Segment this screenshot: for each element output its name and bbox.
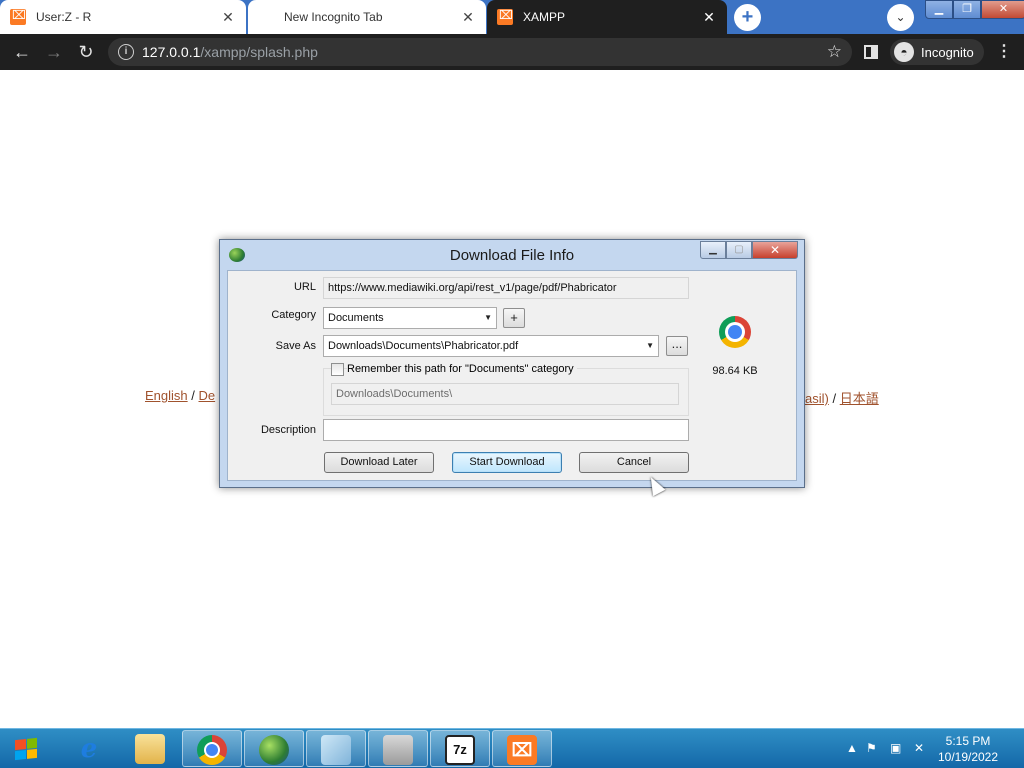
show-hidden-icons-icon[interactable]: ▲ — [846, 741, 858, 755]
save-as-label: Save As — [275, 340, 316, 352]
7zip-icon: 7z — [445, 735, 475, 765]
taskbar-internet-explorer[interactable]: e — [60, 730, 120, 767]
dropdown-arrow-icon: ▼ — [646, 341, 654, 350]
address-bar[interactable]: i 127.0.0.1/xampp/splash.php ☆ — [108, 38, 852, 66]
tab-label: User:Z - R — [36, 10, 92, 24]
tab-close-icon[interactable]: ✕ — [220, 9, 236, 25]
taskbar-chrome[interactable] — [182, 730, 242, 767]
tab-search-button[interactable]: ⌄ — [887, 4, 914, 31]
language-link-portugues-brasil[interactable]: asil) — [805, 391, 829, 406]
tab-close-icon[interactable]: ✕ — [701, 9, 717, 25]
dialog-body: URL https://www.mediawiki.org/api/rest_v… — [227, 270, 797, 481]
tab-new-incognito[interactable]: New Incognito Tab ✕ — [248, 0, 486, 34]
remember-path-label: Remember this path for "Documents" categ… — [347, 363, 577, 375]
language-separator: / — [191, 388, 195, 403]
chrome-file-type-icon — [719, 316, 751, 348]
description-label: Description — [260, 424, 316, 436]
save-as-select[interactable]: Downloads\Documents\Phabricator.pdf ▼ — [323, 335, 659, 357]
folder-icon — [135, 734, 165, 764]
xampp-favicon-icon — [497, 8, 513, 25]
browse-button[interactable]: ... — [666, 336, 688, 356]
taskbar-installer[interactable] — [368, 730, 428, 767]
browser-tab-strip: User:Z - R ✕ New Incognito Tab ✕ XAMPP ✕… — [0, 0, 1024, 34]
url-host: 127.0.0.1 — [142, 44, 201, 60]
url-label: URL — [293, 281, 316, 293]
incognito-profile-button[interactable]: ◓ Incognito — [890, 39, 984, 65]
close-window-button[interactable]: ✕ — [981, 0, 1024, 19]
window-controls: ▁ ❐ ✕ — [925, 0, 1024, 20]
internet-explorer-icon: e — [80, 734, 98, 764]
file-size: 98.64 KB — [712, 365, 758, 377]
category-label: Category — [271, 309, 316, 321]
notepad-icon — [321, 735, 351, 765]
side-panel-icon[interactable] — [864, 45, 878, 59]
download-later-button[interactable]: Download Later — [324, 452, 434, 473]
incognito-label: Incognito — [921, 44, 974, 60]
dialog-window-controls: ▁ ▢ ✕ — [700, 241, 798, 259]
more-menu-icon[interactable]: ⋮ — [996, 41, 1012, 63]
installer-icon — [383, 735, 413, 765]
minimize-button[interactable]: ▁ — [925, 0, 953, 19]
address-url[interactable]: 127.0.0.1/xampp/splash.php — [142, 44, 318, 60]
download-file-info-dialog: Download File Info ▁ ▢ ✕ URL https://www… — [219, 239, 805, 488]
remember-path-checkbox[interactable] — [331, 363, 344, 376]
language-link-english[interactable]: English — [145, 388, 188, 403]
network-icon[interactable]: ▣ — [890, 741, 901, 755]
start-download-button[interactable]: Start Download — [452, 452, 562, 473]
language-links-right: asil) / 日本語 — [805, 388, 879, 407]
taskbar-xampp[interactable]: ⌧ — [492, 730, 552, 767]
forward-icon[interactable]: → — [42, 40, 66, 64]
tab-close-icon[interactable]: ✕ — [460, 9, 476, 25]
language-link-japanese[interactable]: 日本語 — [840, 391, 879, 406]
windows-taskbar: e 7z ⌧ ▲ ⚑ ▣ ✕ 5:15 PM 10/19/2022 — [0, 728, 1024, 768]
dropdown-arrow-icon: ▼ — [484, 313, 492, 322]
url-field[interactable]: https://www.mediawiki.org/api/rest_v1/pa… — [323, 277, 689, 299]
reload-icon[interactable]: ↻ — [74, 40, 98, 64]
description-field[interactable] — [323, 419, 689, 441]
browser-toolbar: ← → ↻ i 127.0.0.1/xampp/splash.php ☆ ◓ I… — [0, 34, 1024, 70]
url-path: /xampp/splash.php — [200, 44, 318, 60]
xampp-favicon-icon — [10, 8, 26, 25]
dialog-minimize-button[interactable]: ▁ — [700, 241, 726, 259]
dialog-close-button[interactable]: ✕ — [752, 241, 798, 259]
tab-label: New Incognito Tab — [284, 10, 383, 24]
bookmark-star-icon[interactable]: ☆ — [827, 42, 842, 62]
chrome-icon — [197, 735, 227, 765]
taskbar-file-explorer[interactable] — [121, 730, 181, 767]
system-clock[interactable]: 5:15 PM 10/19/2022 — [928, 733, 1008, 765]
action-center-flag-icon[interactable]: ⚑ — [866, 741, 877, 755]
start-button[interactable] — [4, 731, 50, 767]
restore-button[interactable]: ❐ — [953, 0, 981, 19]
category-value: Documents — [328, 312, 384, 324]
tab-user-z[interactable]: User:Z - R ✕ — [0, 0, 246, 34]
language-links-left: English / De — [145, 388, 215, 403]
language-separator: / — [832, 391, 837, 406]
site-info-icon[interactable]: i — [118, 44, 134, 60]
cancel-button[interactable]: Cancel — [579, 452, 689, 473]
back-icon[interactable]: ← — [10, 40, 34, 64]
new-tab-button[interactable]: + — [734, 4, 761, 31]
tab-label: XAMPP — [523, 10, 566, 24]
volume-muted-icon[interactable]: ✕ — [914, 741, 924, 755]
windows-logo-icon — [15, 737, 37, 761]
category-select[interactable]: Documents ▼ — [323, 307, 497, 329]
incognito-icon: ◓ — [894, 42, 914, 62]
dialog-titlebar[interactable]: Download File Info ▁ ▢ ✕ — [220, 240, 804, 270]
taskbar-notepad[interactable] — [306, 730, 366, 767]
add-category-button[interactable]: + — [503, 308, 525, 328]
clock-date: 10/19/2022 — [937, 750, 999, 764]
xampp-icon: ⌧ — [507, 735, 537, 765]
clock-time: 5:15 PM — [945, 734, 991, 748]
idm-icon — [259, 735, 289, 765]
save-as-value: Downloads\Documents\Phabricator.pdf — [328, 340, 519, 352]
taskbar-idm[interactable] — [244, 730, 304, 767]
remember-path-field: Downloads\Documents\ — [331, 383, 679, 405]
taskbar-7zip[interactable]: 7z — [430, 730, 490, 767]
language-link-deutsch[interactable]: De — [199, 388, 216, 403]
dialog-maximize-button[interactable]: ▢ — [726, 241, 752, 259]
tab-xampp[interactable]: XAMPP ✕ — [487, 0, 727, 34]
